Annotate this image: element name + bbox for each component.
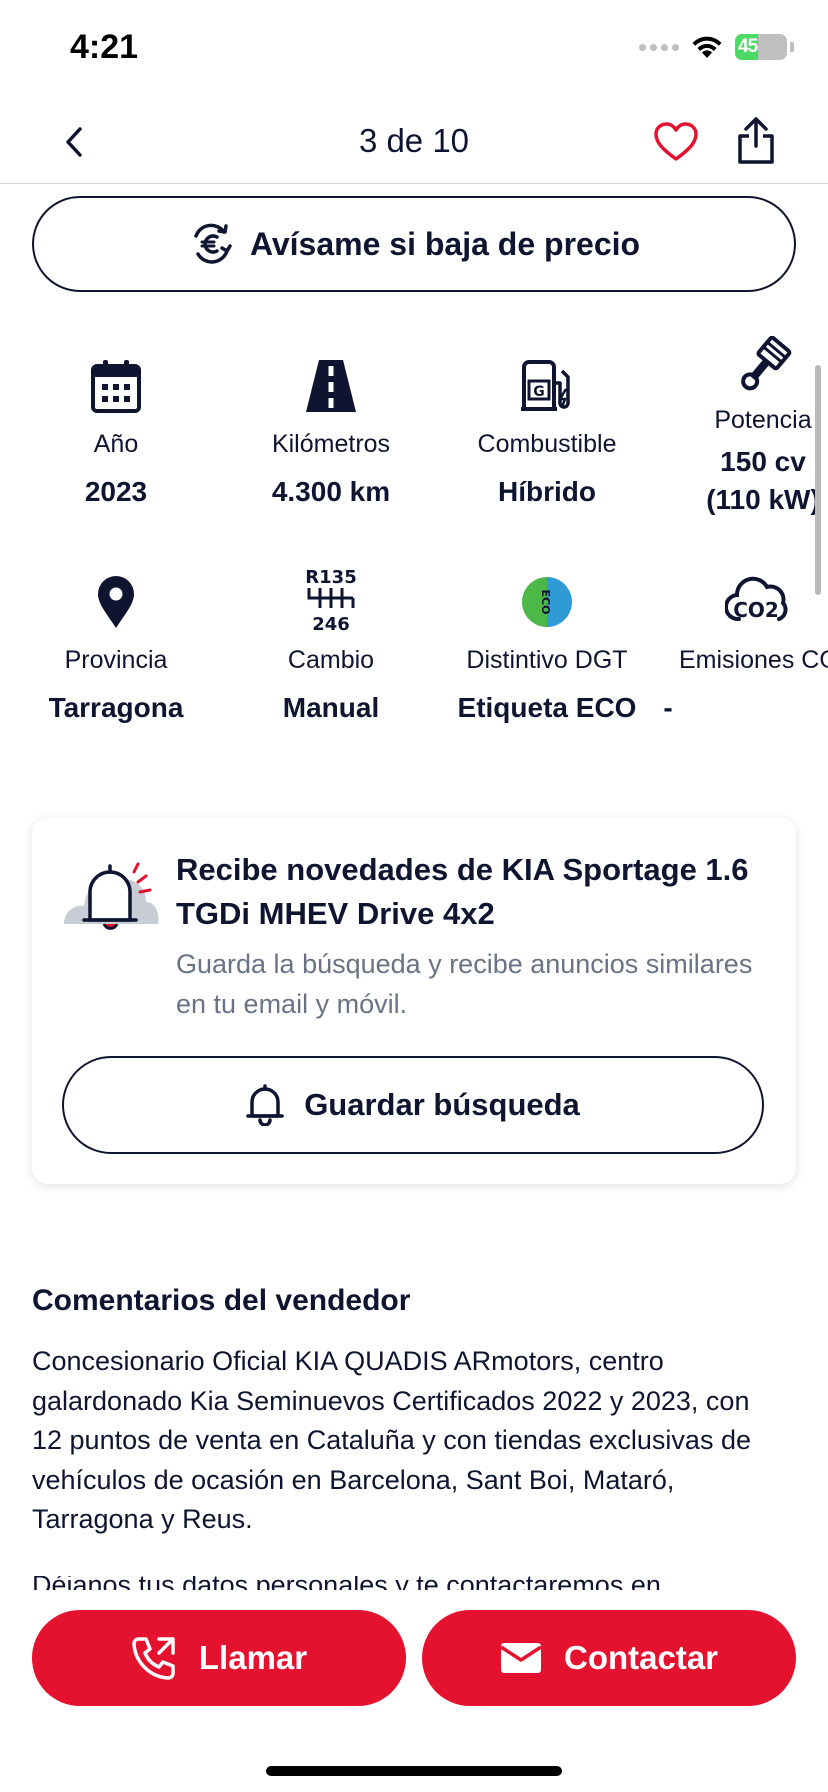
comments-title: Comentarios del vendedor: [32, 1284, 411, 1317]
spec-label: Emisiones CO2: [679, 646, 828, 674]
contact-label: Contactar: [563, 1639, 719, 1676]
spec-value: 4.300 km: [271, 476, 391, 507]
piston-icon: [741, 336, 792, 391]
spec-value: -: [663, 692, 673, 723]
heart-icon: [654, 122, 698, 161]
svg-text:CO2: CO2: [733, 598, 779, 622]
save-search-button[interactable]: Guardar búsqueda: [62, 1056, 764, 1154]
cellular-signal-icon: [639, 43, 679, 51]
bell-icon: [246, 1084, 284, 1126]
spec-label: Combustible: [477, 430, 617, 458]
spec-province: Provincia Tarragona: [11, 570, 221, 727]
comments-next-line: Déjanos tus datos personales y te contac…: [32, 1576, 802, 1590]
calendar-icon: [91, 360, 141, 413]
price-alert-button[interactable]: Avísame si baja de precio: [32, 196, 796, 292]
svg-text:246: 246: [312, 614, 350, 634]
spec-fuel: G Combustible Híbrido: [442, 354, 652, 511]
call-button[interactable]: Llamar: [32, 1610, 406, 1706]
spec-value: 150 cv (110 kW): [658, 443, 828, 519]
spec-value: Tarragona: [48, 692, 184, 723]
eco-label-icon: ECO: [522, 577, 572, 627]
envelope-icon: [500, 1643, 542, 1673]
spec-label: Distintivo DGT: [466, 646, 628, 674]
battery-icon: 45: [735, 34, 787, 60]
call-label: Llamar: [198, 1639, 308, 1676]
svg-text:ECO: ECO: [539, 590, 552, 615]
scrollbar[interactable]: [815, 365, 821, 595]
contact-button[interactable]: Contactar: [422, 1610, 796, 1706]
status-bar: 4:21 45: [0, 0, 828, 100]
spec-emissions: CO2 Emisiones CO2 -: [658, 570, 828, 727]
spec-label: Año: [93, 430, 139, 458]
save-search-label: Guardar búsqueda: [304, 1087, 580, 1122]
fuel-hybrid-icon: G: [521, 360, 570, 411]
spec-kilometers: Kilómetros 4.300 km: [226, 354, 436, 511]
spec-value-line: 150 cv: [720, 446, 806, 477]
battery-level: 45: [738, 36, 758, 57]
status-icons: 45: [639, 34, 794, 60]
spec-year: Año 2023: [11, 354, 221, 511]
spec-value-line: (110 kW): [706, 484, 820, 515]
co2-cloud-icon: CO2: [725, 576, 788, 622]
saved-search-title: Recibe novedades de KIA Sportage 1.6 TGD…: [176, 852, 749, 931]
spec-value: Manual: [282, 692, 380, 723]
svg-text:R135: R135: [305, 567, 356, 588]
spec-label: Cambio: [287, 646, 375, 674]
wifi-icon: [692, 36, 722, 58]
home-indicator: [266, 1766, 562, 1776]
gearbox-icon: R135 246: [305, 567, 356, 634]
spec-label: Provincia: [64, 646, 168, 674]
share-icon: [738, 117, 774, 164]
saved-search-card: Recibe novedades de KIA Sportage 1.6 TGD…: [32, 818, 796, 1184]
page-counter: 3 de 10: [358, 122, 470, 159]
favorite-button[interactable]: [652, 118, 700, 166]
phone-call-icon: [132, 1637, 175, 1680]
spec-value: Híbrido: [498, 476, 596, 507]
saved-search-subtitle: Guarda la búsqueda y recibe anuncios sim…: [176, 949, 753, 1019]
road-icon: [306, 360, 356, 412]
comments-overflow: Déjanos tus datos personales y te contac…: [32, 1576, 802, 1590]
comments-body: Concesionario Oficial KIA QUADIS ARmotor…: [32, 1346, 751, 1534]
euro-refresh-icon: [194, 223, 232, 264]
spec-label: Kilómetros: [271, 430, 391, 458]
status-time: 4:21: [70, 28, 139, 66]
svg-text:G: G: [533, 384, 545, 400]
price-alert-label: Avísame si baja de precio: [249, 225, 641, 262]
bell-alert-illustration: [62, 846, 162, 936]
spec-power: Potencia 150 cv (110 kW): [658, 334, 828, 519]
spec-value: 2023: [84, 476, 148, 507]
navigation-bar: 3 de 10: [0, 100, 828, 184]
location-pin-icon: [98, 576, 134, 628]
spec-label: Potencia: [714, 406, 812, 434]
spec-transmission: R135 246 Cambio Manual: [226, 566, 436, 727]
share-button[interactable]: [732, 116, 780, 166]
